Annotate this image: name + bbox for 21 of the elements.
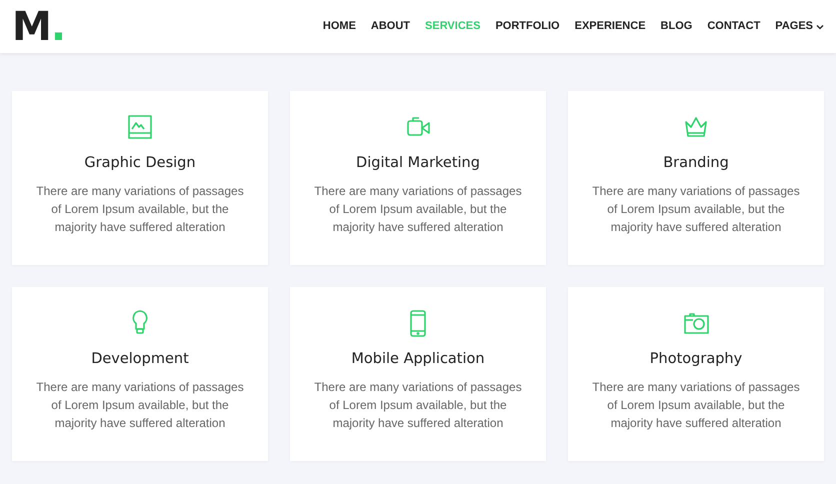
- service-title: Digital Marketing: [355, 155, 481, 172]
- nav-link[interactable]: HOME: [322, 18, 356, 35]
- service-title: Development: [90, 351, 190, 368]
- nav-link[interactable]: BLOG: [660, 18, 692, 35]
- service-description: There are many variations of passages of Lorem Ipsum available, but the majority have suffered alteration: [313, 183, 523, 236]
- nav-link[interactable]: EXPERIENCE: [574, 18, 646, 35]
- nav-link[interactable]: ABOUT: [370, 18, 410, 35]
- service-description: There are many variations of passages of Lorem Ipsum available, but the majority have suffered alteration: [591, 379, 801, 432]
- service-description: There are many variations of passages of Lorem Ipsum available, but the majority have suffered alteration: [313, 379, 523, 432]
- service-title: Graphic Design: [83, 155, 197, 172]
- service-title: Photography: [648, 351, 744, 368]
- image-icon: [126, 113, 154, 141]
- service-title: Mobile Application: [350, 351, 486, 368]
- service-description: There are many variations of passages of Lorem Ipsum available, but the majority have suffered alteration: [35, 379, 245, 432]
- nav-link[interactable]: PAGES: [775, 18, 824, 35]
- service-description: There are many variations of passages of Lorem Ipsum available, but the majority have suffered alteration: [35, 183, 245, 236]
- nav-link[interactable]: CONTACT: [707, 18, 760, 35]
- service-description: There are many variations of passages of Lorem Ipsum available, but the majority have suffered alteration: [591, 183, 801, 236]
- nav-link[interactable]: PORTFOLIO: [495, 18, 560, 35]
- logo[interactable]: M.: [12, 6, 66, 46]
- service-title: Branding: [662, 155, 730, 172]
